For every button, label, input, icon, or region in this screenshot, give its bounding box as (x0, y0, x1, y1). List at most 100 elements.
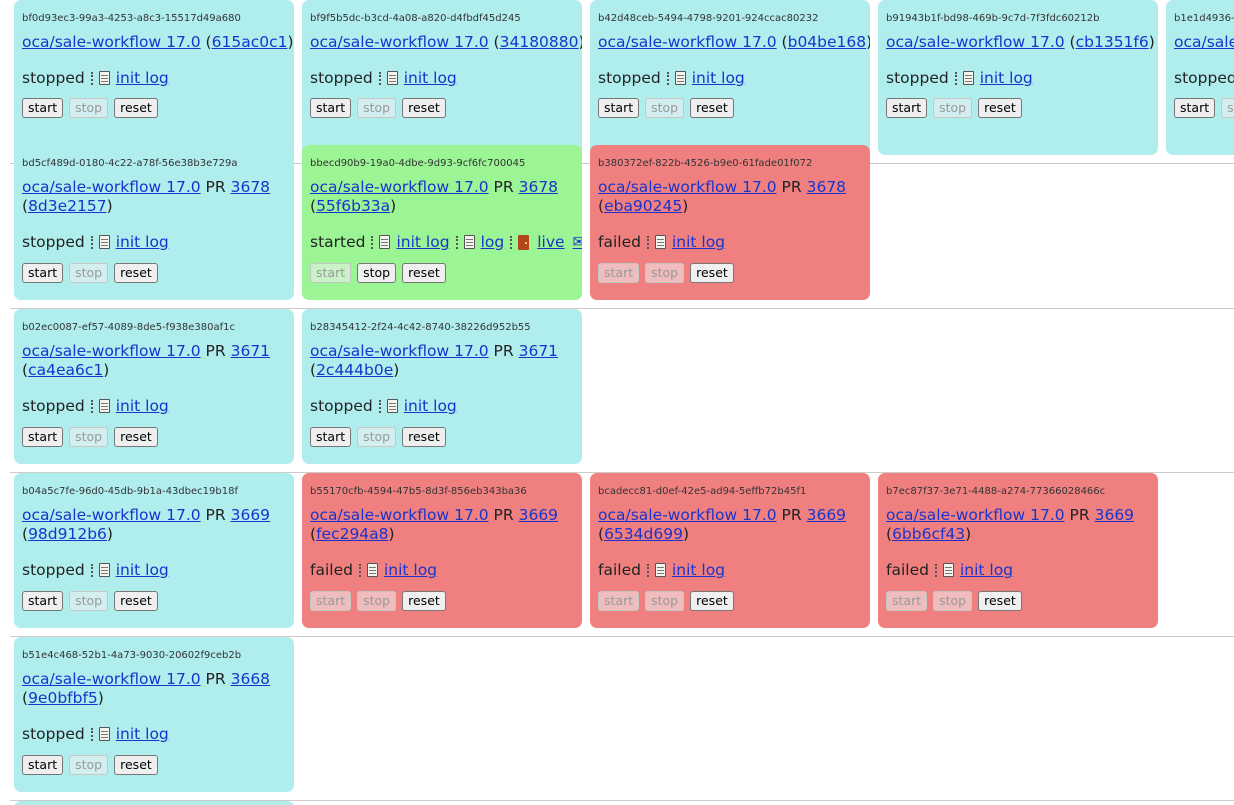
reset-button[interactable]: reset (402, 591, 446, 611)
start-button[interactable]: start (598, 263, 640, 283)
pr-link[interactable]: 3678 (231, 178, 270, 196)
reset-button[interactable]: reset (114, 427, 158, 447)
stop-button[interactable]: stop (357, 98, 397, 118)
commit-link[interactable]: fec294a8 (316, 525, 388, 543)
init-log-link[interactable]: init log (960, 561, 1013, 579)
start-button[interactable]: start (22, 98, 64, 118)
init-log-link[interactable]: init log (672, 233, 725, 251)
init-log-link[interactable]: init log (116, 725, 169, 743)
stop-button[interactable]: stop (357, 591, 397, 611)
reset-button[interactable]: reset (690, 98, 734, 118)
repo-link[interactable]: oca/sale-workflow 17.0 (310, 342, 489, 360)
init-log-link[interactable]: init log (116, 561, 169, 579)
stop-button[interactable]: stop (69, 755, 109, 775)
reset-button[interactable]: reset (978, 98, 1022, 118)
reset-button[interactable]: reset (114, 755, 158, 775)
start-button[interactable]: start (310, 427, 352, 447)
pr-link[interactable]: 3678 (807, 178, 846, 196)
reset-button[interactable]: reset (402, 263, 446, 283)
repo-link[interactable]: oca/sale-workflow 17.0 (310, 178, 489, 196)
start-button[interactable]: start (22, 427, 64, 447)
start-button[interactable]: start (598, 591, 640, 611)
init-log-link[interactable]: init log (396, 233, 449, 251)
commit-link[interactable]: b04be168 (788, 33, 867, 51)
commit-link[interactable]: 55f6b33a (316, 197, 390, 215)
init-log-link[interactable]: init log (116, 397, 169, 415)
pr-link[interactable]: 3671 (231, 342, 270, 360)
reset-button[interactable]: reset (114, 591, 158, 611)
commit-link[interactable]: 98d912b6 (28, 525, 107, 543)
commit-link[interactable]: 34180880 (500, 33, 579, 51)
start-button[interactable]: start (310, 98, 352, 118)
reset-button[interactable]: reset (402, 427, 446, 447)
start-button[interactable]: start (22, 755, 64, 775)
stop-button[interactable]: stop (357, 263, 397, 283)
reset-button[interactable]: reset (402, 98, 446, 118)
repo-link[interactable]: oca/sale-workflow 17.0 (310, 33, 489, 51)
repo-link[interactable]: oca/sale-workflow 17.0 (886, 506, 1065, 524)
stop-button[interactable]: stop (645, 591, 685, 611)
start-button[interactable]: start (22, 263, 64, 283)
init-log-link[interactable]: init log (404, 397, 457, 415)
mail-icon[interactable]: ✉ (573, 233, 582, 251)
stop-button[interactable]: stop (933, 98, 973, 118)
reset-button[interactable]: reset (690, 263, 734, 283)
commit-link[interactable]: 6bb6cf43 (892, 525, 965, 543)
repo-link[interactable]: oca/sale-workflow 17.0 (598, 506, 777, 524)
reset-button[interactable]: reset (114, 98, 158, 118)
stop-button[interactable]: stop (357, 427, 397, 447)
repo-link[interactable]: oca/sale-workflow 17.0 (22, 33, 201, 51)
stop-button[interactable]: stop (69, 427, 109, 447)
stop-button[interactable]: stop (69, 263, 109, 283)
repo-link[interactable]: oca/sale-workflow 17.0 (598, 33, 777, 51)
reset-button[interactable]: reset (114, 263, 158, 283)
stop-button[interactable]: stop (69, 98, 109, 118)
pr-link[interactable]: 3669 (807, 506, 846, 524)
repo-link[interactable]: oca/sale-workflow 17.0 (886, 33, 1065, 51)
repo-link[interactable]: oca/sale-workflow 17.0 (22, 178, 201, 196)
log-link[interactable]: log (481, 233, 505, 251)
reset-button[interactable]: reset (690, 591, 734, 611)
commit-link[interactable]: 615ac0c1 (212, 33, 288, 51)
commit-link[interactable]: 6534d699 (604, 525, 683, 543)
start-button[interactable]: start (310, 591, 352, 611)
commit-link[interactable]: ca4ea6c1 (28, 361, 103, 379)
start-button[interactable]: start (886, 98, 928, 118)
start-button[interactable]: start (886, 591, 928, 611)
repo-link[interactable]: oca/sale-workflow 17.0 (1174, 33, 1234, 51)
start-button[interactable]: start (310, 263, 352, 283)
commit-link[interactable]: eba90245 (604, 197, 682, 215)
pr-link[interactable]: 3669 (519, 506, 558, 524)
init-log-link[interactable]: init log (116, 69, 169, 87)
init-log-link[interactable]: init log (980, 69, 1033, 87)
start-button[interactable]: start (598, 98, 640, 118)
init-log-link[interactable]: init log (384, 561, 437, 579)
pr-link[interactable]: 3671 (519, 342, 558, 360)
pr-link[interactable]: 3669 (231, 506, 270, 524)
stop-button[interactable]: stop (1221, 98, 1234, 118)
init-log-link[interactable]: init log (692, 69, 745, 87)
repo-link[interactable]: oca/sale-workflow 17.0 (598, 178, 777, 196)
start-button[interactable]: start (1174, 98, 1216, 118)
stop-button[interactable]: stop (645, 98, 685, 118)
stop-button[interactable]: stop (69, 591, 109, 611)
commit-link[interactable]: 9e0bfbf5 (28, 689, 98, 707)
commit-link[interactable]: 8d3e2157 (28, 197, 107, 215)
reset-button[interactable]: reset (978, 591, 1022, 611)
stop-button[interactable]: stop (645, 263, 685, 283)
pr-link[interactable]: 3669 (1095, 506, 1134, 524)
commit-link[interactable]: 2c444b0e (316, 361, 393, 379)
repo-link[interactable]: oca/sale-workflow 17.0 (310, 506, 489, 524)
repo-link[interactable]: oca/sale-workflow 17.0 (22, 506, 201, 524)
repo-link[interactable]: oca/sale-workflow 17.0 (22, 342, 201, 360)
init-log-link[interactable]: init log (404, 69, 457, 87)
init-log-link[interactable]: init log (672, 561, 725, 579)
commit-link[interactable]: cb1351f6 (1076, 33, 1149, 51)
pr-link[interactable]: 3668 (231, 670, 270, 688)
init-log-link[interactable]: init log (116, 233, 169, 251)
pr-link[interactable]: 3678 (519, 178, 558, 196)
stop-button[interactable]: stop (933, 591, 973, 611)
live-link[interactable]: live (537, 233, 564, 251)
repo-link[interactable]: oca/sale-workflow 17.0 (22, 670, 201, 688)
start-button[interactable]: start (22, 591, 64, 611)
